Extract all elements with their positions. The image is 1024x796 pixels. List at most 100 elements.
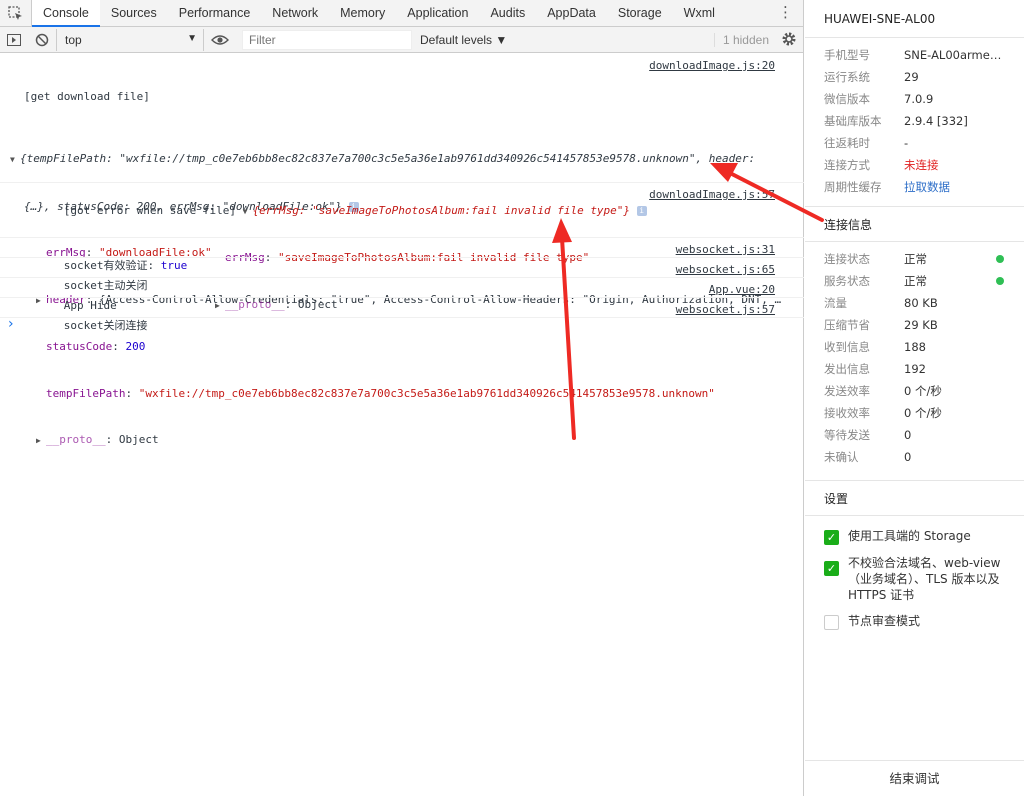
settings-list: ✓ 使用工具端的 Storage ✓ 不校验合法域名、web-view（业务域名… [805,516,1024,630]
info-row: 压缩节省 29 KB [805,314,1024,336]
info-row: 未确认 0 [805,446,1024,468]
console-output: [get download file] downloadImage.js:20 … [0,54,804,446]
info-row: 发出信息 192 [805,358,1024,380]
prop-key: tempFilePath [46,386,126,400]
info-key: 往返耗时 [824,136,870,150]
tab-wxml[interactable]: Wxml [673,0,726,27]
source-link[interactable]: websocket.js:31 [676,242,775,258]
setting-label: 不校验合法域名、web-view（业务域名）、TLS 版本以及 HTTPS 证书 [848,556,1001,602]
info-value: SNE-AL00armea… [904,48,1004,62]
info-row: 收到信息 188 [805,336,1024,358]
checkbox-checked-icon[interactable]: ✓ [824,530,839,545]
setting-skip-domain-check[interactable]: ✓ 不校验合法域名、web-view（业务域名）、TLS 版本以及 HTTPS … [805,555,1024,603]
source-link[interactable]: downloadImage.js:57 [649,187,775,203]
context-selector[interactable]: top ▼ [56,28,204,51]
log-levels-dropdown[interactable]: Default levels ▼ [420,33,507,47]
source-link[interactable]: downloadImage.js:20 [649,58,775,74]
info-row: 发送效率 0 个/秒 [805,380,1024,402]
hidden-count: 1 hidden [713,33,769,47]
connection-info-list: 连接状态 正常 服务状态 正常 流量 80 KB 压缩节省 29 KB 收到信息 188 … [805,242,1024,468]
setting-label: 使用工具端的 Storage [848,529,971,543]
info-row: 流量 80 KB [805,292,1024,314]
chevron-down-icon: ▼ [187,32,197,44]
setting-storage[interactable]: ✓ 使用工具端的 Storage [805,528,1024,545]
info-key: 手机型号 [824,48,870,62]
console-message: socket有效验证: true websocket.js:31 [0,238,804,272]
device-name: HUAWEI-SNE-AL00 [805,0,1024,38]
tab-audits[interactable]: Audits [479,0,536,27]
devtools-panel: Console Sources Performance Network Memo… [0,0,804,796]
inspect-element-icon[interactable] [0,0,32,27]
setting-node-inspect[interactable]: 节点审查模式 [805,613,1024,630]
fetch-data-link[interactable]: 拉取数据 [904,176,1004,198]
info-row: 连接方式 未连接 [805,154,1024,176]
checkbox-checked-icon[interactable]: ✓ [824,561,839,576]
source-link[interactable]: App.vue:20 [709,282,775,298]
source-link[interactable]: websocket.js:57 [676,302,775,318]
prop-value: Object [118,433,159,446]
console-prompt[interactable]: › [8,316,14,332]
tab-sources[interactable]: Sources [100,0,168,27]
info-key: 流量 [824,296,847,310]
tab-memory[interactable]: Memory [329,0,396,27]
tab-console[interactable]: Console [32,0,100,27]
status-dot-icon [996,255,1004,263]
tab-storage[interactable]: Storage [607,0,673,27]
sidebar-toggle-icon[interactable] [0,27,28,53]
info-key: 收到信息 [824,340,870,354]
info-value: 192 [904,362,926,376]
device-info-list: 手机型号 SNE-AL00armea… 运行系统 29 微信版本 7.0.9 基础库版… [805,38,1024,198]
info-row: 基础库版本 2.9.4 [332] [805,110,1024,132]
tab-appdata[interactable]: AppData [536,0,607,27]
info-row: 运行系统 29 [805,66,1024,88]
info-value: - [904,136,909,150]
setting-label: 节点审查模式 [848,614,921,628]
prop-key: __proto__ [46,433,106,446]
object-preview: {errMsg: "saveImageToPhotosAlbum:fail in… [252,203,631,217]
console-toolbar: top ▼ Default levels ▼ 1 hidden [0,27,803,53]
info-key: 运行系统 [824,70,870,84]
console-message: [got error when save file] ▼ {errMsg: "sa… [0,183,804,311]
info-icon: i [636,205,647,216]
info-key: 连接状态 [824,252,870,266]
expand-toggle[interactable]: ▶ [36,433,46,449]
console-message: App Hide App.vue:20 [0,278,804,312]
expand-toggle[interactable]: ▼ [10,152,20,168]
checkbox-unchecked-icon[interactable] [824,615,839,630]
prop-value: "wxfile://tmp_c0e7eb6bb8ec82c837e7a700c3… [138,386,715,400]
info-value: 2.9.4 [332] [904,114,968,128]
log-text: socket关闭连接 [63,318,148,332]
log-label: [get download file] [24,90,150,103]
object-preview: {tempFilePath: "wxfile://tmp_c0e7eb6bb8e… [20,152,756,165]
more-options-icon[interactable]: ⋮ [778,4,793,22]
info-key: 压缩节省 [824,318,870,332]
info-value: 80 KB [904,296,938,310]
info-value: 0 个/秒 [904,384,942,398]
info-key: 等待发送 [824,428,870,442]
filter-input[interactable] [242,29,412,50]
eye-icon[interactable] [204,27,236,53]
info-key: 发出信息 [824,362,870,376]
expand-toggle[interactable]: ▼ [243,204,253,220]
tab-performance[interactable]: Performance [168,0,262,27]
tab-network[interactable]: Network [261,0,329,27]
info-row: 手机型号 SNE-AL00armea… [805,44,1024,66]
info-value: 正常 [904,252,927,266]
info-value: 0 [904,450,912,464]
clear-console-icon[interactable] [28,27,56,53]
info-row: 周期性缓存 拉取数据 [805,176,1024,198]
end-debug-button[interactable]: 结束调试 [805,760,1024,796]
info-value: 29 KB [904,318,938,332]
info-key: 基础库版本 [824,114,882,128]
info-value: 7.0.9 [904,92,934,106]
device-info-panel: HUAWEI-SNE-AL00 手机型号 SNE-AL00armea… 运行系统 2… [805,0,1024,796]
info-key: 微信版本 [824,92,870,106]
source-link[interactable]: websocket.js:65 [676,262,775,278]
info-key: 接收效率 [824,406,870,420]
info-row: 等待发送 0 [805,424,1024,446]
tab-application[interactable]: Application [396,0,479,27]
info-row: 接收效率 0 个/秒 [805,402,1024,424]
gear-icon[interactable] [781,31,797,50]
console-message: [get download file] downloadImage.js:20 … [0,54,804,446]
info-row: 服务状态 正常 [805,270,1024,292]
